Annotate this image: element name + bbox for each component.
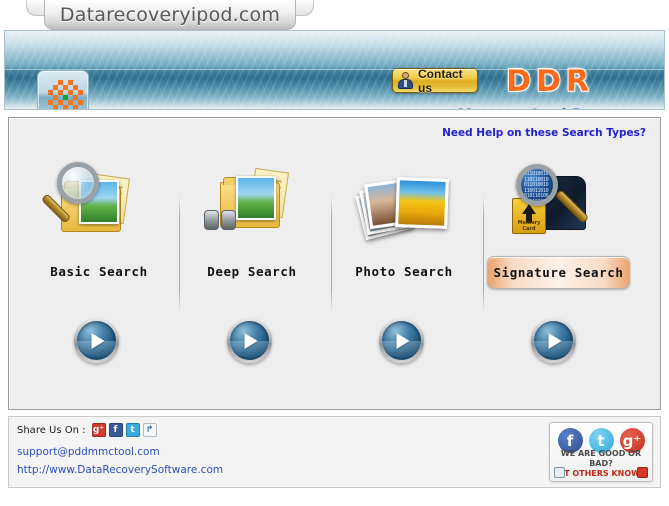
- application-window: Datarecoveryipod.com Contact us DDR Memo…: [0, 0, 669, 506]
- contact-us-button[interactable]: Contact us: [392, 66, 478, 95]
- share-row: Share Us On : g⁺ f t ↱: [17, 423, 157, 437]
- rate-line-1: WE ARE GOOD OR BAD?: [560, 449, 642, 468]
- binoculars-folder-icon: [176, 156, 328, 256]
- google-plus-icon[interactable]: g⁺: [91, 423, 106, 437]
- share-label: Share Us On :: [17, 424, 86, 436]
- search-option-photo[interactable]: Photo Search: [328, 156, 480, 386]
- play-button-icon[interactable]: [379, 318, 424, 363]
- twitter-icon[interactable]: t: [125, 423, 140, 437]
- search-option-label: Photo Search: [355, 264, 453, 279]
- search-option-label: Basic Search: [50, 264, 148, 279]
- main-panel: Need Help on these Search Types? Basic S…: [8, 117, 661, 410]
- photo-stack-icon: [328, 156, 480, 256]
- help-link[interactable]: Need Help on these Search Types?: [442, 127, 646, 139]
- website-link[interactable]: http://www.DataRecoverySoftware.com: [17, 464, 223, 476]
- share-icon[interactable]: ↱: [142, 423, 157, 437]
- brand-subtitle: Memory Card Recovery: [458, 107, 647, 109]
- search-option-label-selected[interactable]: Signature Search: [487, 256, 630, 289]
- magnifier-memory-card-icon: Memory Card 0110100101101100100110100101…: [480, 156, 632, 256]
- play-button-icon[interactable]: [531, 318, 576, 363]
- search-option-basic[interactable]: Basic Search: [23, 156, 175, 386]
- search-option-deep[interactable]: Deep Search: [176, 156, 328, 386]
- checkered-app-icon: [37, 70, 89, 109]
- play-button-icon[interactable]: [74, 318, 119, 363]
- header-banner: Contact us DDR Memory Card Recovery: [4, 30, 665, 110]
- brand-logo: DDR: [506, 64, 594, 99]
- thumbs-down-icon[interactable]: [637, 467, 648, 478]
- window-title: Datarecoveryipod.com: [59, 3, 281, 26]
- contact-us-label: Contact us: [418, 66, 463, 95]
- thumbs-up-icon[interactable]: [554, 467, 565, 478]
- play-button-icon[interactable]: [227, 318, 272, 363]
- magnifier-folder-icon: [23, 156, 175, 256]
- person-icon: [397, 72, 414, 89]
- binary-pattern: 0110100101101100100110100101100110100101…: [521, 169, 553, 201]
- memory-card-label: Memory Card: [517, 220, 541, 232]
- search-option-signature[interactable]: Memory Card 0110100101101100100110100101…: [480, 156, 632, 386]
- support-email-link[interactable]: support@pddmmctool.com: [17, 446, 160, 458]
- title-bar: Datarecoveryipod.com: [44, 0, 296, 30]
- rate-us-widget[interactable]: f t g⁺ WE ARE GOOD OR BAD? LET OTHERS KN…: [549, 422, 653, 482]
- facebook-icon[interactable]: f: [108, 423, 123, 437]
- search-option-label: Deep Search: [207, 264, 297, 279]
- footer: Share Us On : g⁺ f t ↱ support@pddmmctoo…: [8, 416, 661, 488]
